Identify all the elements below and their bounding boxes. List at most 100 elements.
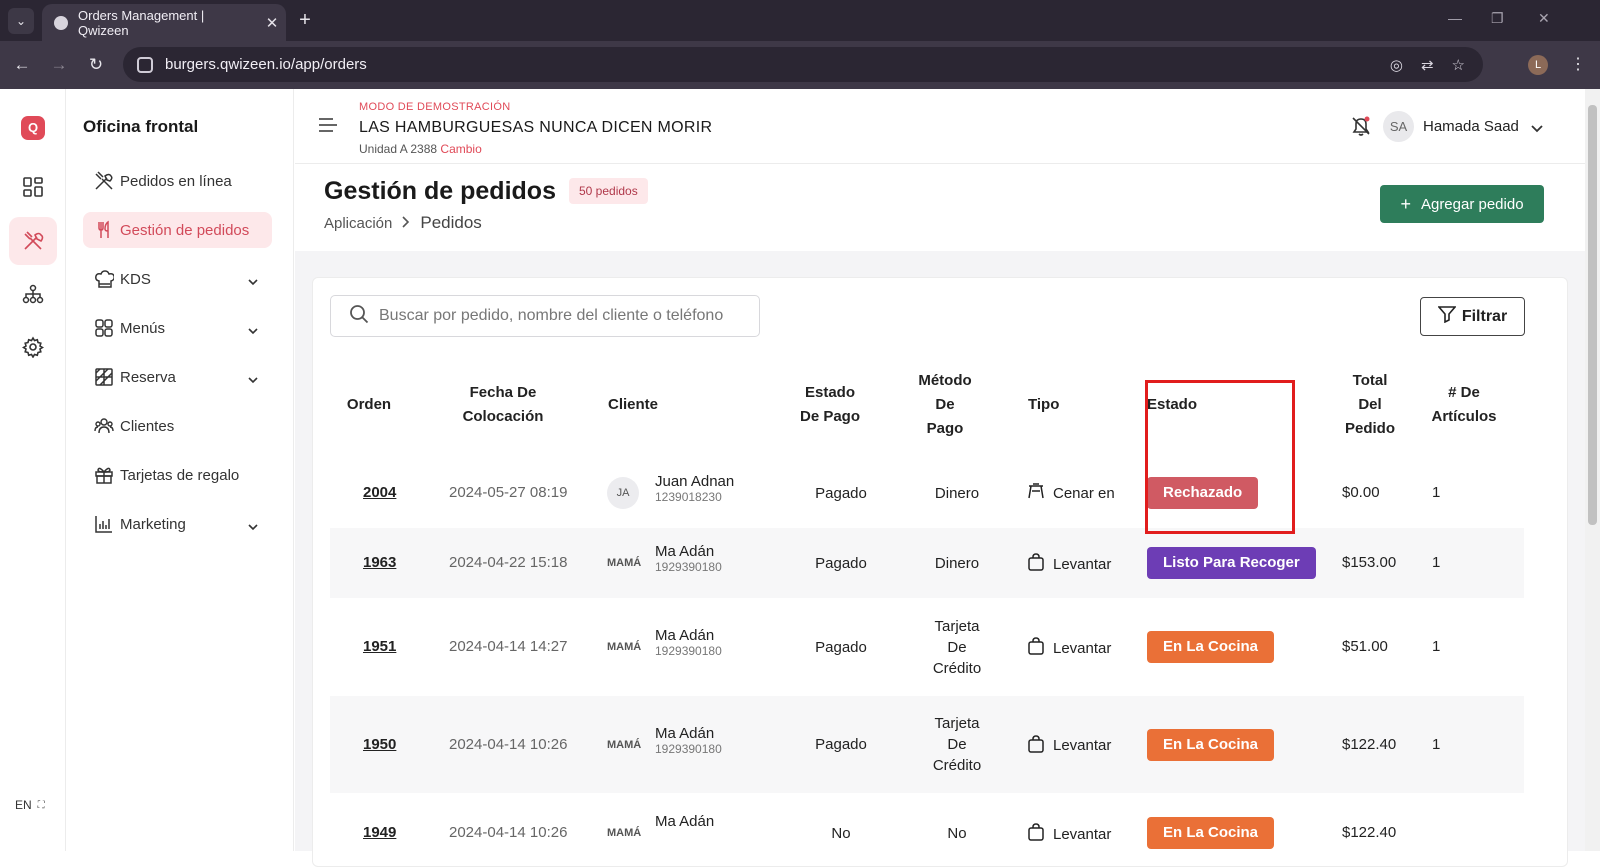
sidebar-item-marketing[interactable]: Marketing	[83, 506, 272, 542]
sidebar-item-kds[interactable]: KDS	[83, 261, 272, 297]
settings-nav-icon[interactable]	[9, 323, 57, 371]
breadcrumb-chevron-icon	[402, 215, 410, 232]
language-label: EN	[15, 798, 32, 812]
sidebar-item-menus[interactable]: Menús	[83, 310, 272, 346]
window-close-icon[interactable]: ✕	[1538, 10, 1550, 27]
sidebar-item-clientes[interactable]: Clientes	[83, 408, 272, 444]
sidebar-item-label: Menús	[120, 319, 166, 337]
order-date: 2024-05-27 08:19	[449, 484, 568, 501]
sidebar-item-label: Gestión de pedidos	[120, 221, 250, 239]
item-count: 1	[1432, 554, 1441, 571]
customer-avatar: MAMÁ	[607, 827, 642, 839]
profile-avatar[interactable]: L	[1528, 55, 1548, 75]
page-scrollbar[interactable]	[1585, 89, 1600, 851]
url-text[interactable]: burgers.qwizeen.io/app/orders	[165, 56, 1390, 73]
menu-toggle-icon[interactable]	[318, 117, 338, 138]
user-menu-chevron-icon[interactable]	[1531, 120, 1543, 138]
notifications-off-icon[interactable]	[1350, 115, 1372, 142]
sidebar-item-pedidos-en-linea[interactable]: Pedidos en línea	[83, 163, 272, 199]
order-number-link[interactable]: 1949	[363, 824, 396, 841]
sidebar-item-label: KDS	[120, 270, 151, 288]
orders-count-badge: 50 pedidos	[569, 178, 648, 204]
reload-icon[interactable]: ↻	[84, 53, 108, 77]
payment-method: Tarjeta De Crédito	[917, 616, 997, 679]
order-type-label: Levantar	[1053, 737, 1112, 754]
back-icon[interactable]: ←	[10, 53, 34, 77]
order-type: Levantar	[1027, 823, 1111, 845]
search-input[interactable]	[379, 307, 749, 325]
table-row[interactable]: 1963 2024-04-22 15:18 MAMÁ Ma Adán 192939018…	[330, 528, 1524, 598]
order-total: $122.40	[1342, 735, 1397, 753]
orders-nav-icon[interactable]	[9, 217, 57, 265]
order-number-link[interactable]: 1963	[363, 554, 396, 571]
breadcrumb: Aplicación Pedidos	[324, 213, 482, 233]
minimize-icon[interactable]: —	[1448, 10, 1462, 26]
payment-method: Dinero	[917, 553, 997, 574]
column-header-line: Estado	[804, 384, 855, 401]
order-status-badge[interactable]: Listo Para Recoger	[1147, 547, 1316, 579]
filter-button[interactable]: Filtrar	[1420, 297, 1525, 336]
bag-icon	[1027, 823, 1045, 845]
order-status-badge[interactable]: En La Cocina	[1147, 817, 1275, 849]
expand-icon: ⛶	[37, 799, 45, 811]
breadcrumb-app[interactable]: Aplicación	[324, 215, 392, 232]
user-name[interactable]: Hamada Saad	[1423, 118, 1519, 135]
table-row[interactable]: 1950 2024-04-14 10:26 MAMÁ Ma Adán 192939018…	[330, 696, 1524, 793]
payment-method-line: De	[947, 638, 967, 656]
change-unit-link[interactable]: Cambio	[440, 142, 481, 156]
browser-menu-icon[interactable]: ⋮	[1570, 54, 1586, 74]
scrollbar-thumb[interactable]	[1588, 105, 1597, 525]
search-box[interactable]	[330, 295, 760, 337]
sidebar-item-tarjetas-de-regalo[interactable]: Tarjetas de regalo	[83, 457, 272, 493]
network-nav-icon[interactable]	[9, 270, 57, 318]
tab-close-icon[interactable]: ✕	[258, 14, 286, 32]
payment-method: Tarjeta De Crédito	[917, 713, 997, 776]
browser-tab[interactable]: Orders Management | Qwizeen ✕	[42, 4, 286, 41]
payment-status: Pagado	[796, 483, 886, 504]
table-row[interactable]: 1949 2024-04-14 10:26 MAMÁ Ma Adán No No Levan…	[330, 793, 1524, 866]
table-row[interactable]: 1951 2024-04-14 14:27 MAMÁ Ma Adán 192939018…	[330, 598, 1524, 696]
payment-status-line: Pagado	[815, 554, 867, 572]
customer-info: Juan Adnan 1239018230	[655, 473, 734, 504]
sidebar-item-reserva[interactable]: Reserva	[83, 359, 272, 395]
order-number-link[interactable]: 1951	[363, 638, 396, 655]
payment-status: Pagado	[796, 553, 886, 574]
table-row[interactable]: 2004 2024-05-27 08:19 JA Juan Adnan 12390182…	[330, 458, 1524, 528]
main-content: Gestión de pedidos 50 pedidos Aplicación…	[295, 165, 1585, 867]
tab-search-button[interactable]: ⌄	[8, 8, 34, 34]
browser-toolbar: ← → ↻ burgers.qwizeen.io/app/orders ◎ ⇄ …	[0, 41, 1600, 89]
order-number-link[interactable]: 1950	[363, 736, 396, 753]
bag-icon	[1027, 553, 1045, 575]
sidebar-item-gestion-de-pedidos[interactable]: Gestión de pedidos	[83, 212, 272, 248]
language-switcher[interactable]: EN ⛶	[8, 793, 54, 817]
customer-phone: 1929390180	[655, 560, 722, 574]
order-status-badge[interactable]: En La Cocina	[1147, 728, 1275, 761]
order-number-link[interactable]: 2004	[363, 484, 396, 501]
forward-icon[interactable]: →	[47, 53, 71, 77]
add-order-label: Agregar pedido	[1420, 195, 1524, 213]
chevron-down-icon	[248, 371, 258, 388]
qwizeen-logo: Q	[21, 116, 45, 140]
restore-icon[interactable]: ❐	[1491, 10, 1504, 27]
order-type-label: Levantar	[1053, 555, 1112, 573]
order-total: $153.00	[1342, 554, 1397, 571]
plus-icon: +	[1400, 193, 1411, 214]
order-status-badge[interactable]: En La Cocina	[1147, 631, 1275, 663]
bag-icon	[1027, 734, 1045, 757]
order-date: 2024-04-14 10:26	[449, 824, 568, 841]
order-type-label: Levantar	[1053, 825, 1112, 843]
user-avatar[interactable]: SA	[1383, 111, 1414, 142]
item-count: 1	[1432, 638, 1441, 655]
customer-avatar: MAMÁ	[607, 738, 642, 751]
tracking-off-icon[interactable]: ◎	[1390, 56, 1403, 74]
column-header-type: Tipo	[1028, 393, 1088, 417]
dashboard-nav-icon[interactable]	[9, 163, 57, 211]
bookmark-star-icon[interactable]: ☆	[1452, 56, 1465, 74]
translate-icon[interactable]: ⇄	[1421, 56, 1434, 74]
address-bar[interactable]: burgers.qwizeen.io/app/orders ◎ ⇄ ☆	[123, 47, 1483, 82]
site-info-icon[interactable]	[137, 56, 153, 73]
new-tab-button[interactable]: +	[292, 8, 318, 34]
order-type: Cenar en	[1027, 483, 1115, 503]
add-order-button[interactable]: + Agregar pedido	[1380, 185, 1544, 223]
icon-rail: Q EN ⛶	[0, 89, 66, 851]
